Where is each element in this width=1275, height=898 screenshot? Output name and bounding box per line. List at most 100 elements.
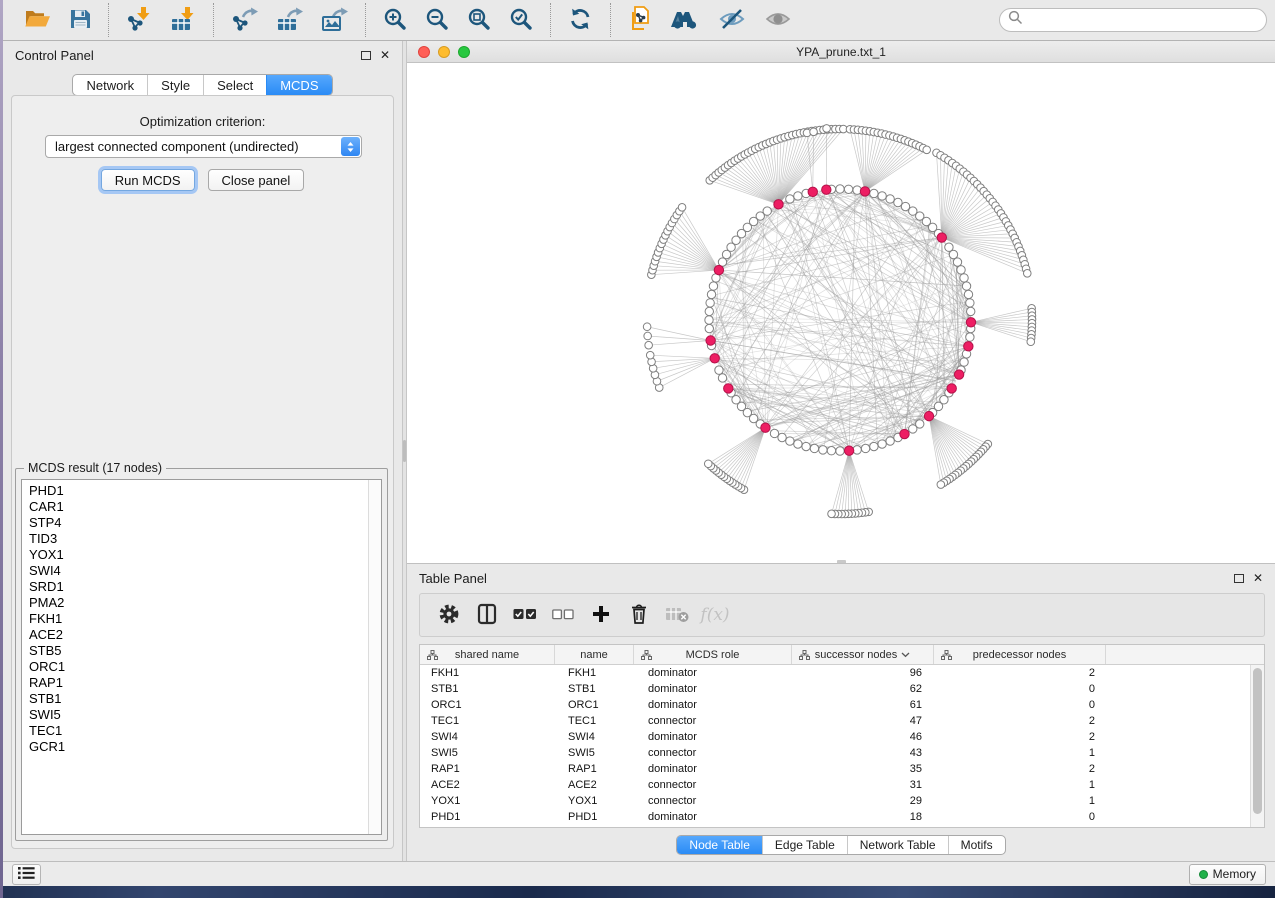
mcds-node-item[interactable]: FKH1	[29, 611, 381, 627]
tab-mcds[interactable]: MCDS	[266, 75, 331, 95]
run-mcds-button[interactable]: Run MCDS	[101, 169, 195, 191]
table-row[interactable]: SWI4SWI4dominator462	[420, 729, 1250, 745]
mcds-node-item[interactable]: SRD1	[29, 579, 381, 595]
mcds-node-item[interactable]: STB1	[29, 691, 381, 707]
node-table-body: FKH1FKH1dominator962STB1STB1dominator620…	[420, 665, 1250, 827]
mcds-node-item[interactable]: SWI5	[29, 707, 381, 723]
mcds-node-item[interactable]: ACE2	[29, 627, 381, 643]
memory-button[interactable]: Memory	[1189, 864, 1266, 885]
mcds-node-item[interactable]: TID3	[29, 531, 381, 547]
column-header-successor-nodes[interactable]: successor nodes	[792, 645, 934, 664]
export-network-button[interactable]	[229, 4, 260, 36]
table-row[interactable]: FKH1FKH1dominator962	[420, 665, 1250, 681]
zoom-in-button[interactable]	[381, 4, 409, 36]
deselect-all-columns-button[interactable]	[544, 597, 582, 633]
hide-selected-button[interactable]	[716, 4, 748, 36]
table-cell: 43	[792, 747, 934, 759]
clone-network-button[interactable]	[626, 4, 654, 36]
mcds-result-list[interactable]: PHD1CAR1STP4TID3YOX1SWI4SRD1PMA2FKH1ACE2…	[21, 479, 382, 835]
mcds-node-item[interactable]: GCR1	[29, 739, 381, 755]
close-panel-icon[interactable]: ✕	[380, 49, 390, 61]
table-settings-button[interactable]	[430, 597, 468, 633]
mcds-node-item[interactable]: YOX1	[29, 547, 381, 563]
tab-select[interactable]: Select	[203, 75, 266, 95]
function-builder-button[interactable]: f(x)	[696, 597, 734, 633]
table-row[interactable]: ACE2ACE2connector311	[420, 777, 1250, 793]
table-row[interactable]: ORC1ORC1dominator610	[420, 697, 1250, 713]
table-row[interactable]: YOX1YOX1connector291	[420, 793, 1250, 809]
import-network-icon	[126, 6, 152, 35]
table-cell: dominator	[634, 731, 792, 743]
close-panel-icon[interactable]: ✕	[1253, 572, 1263, 584]
search-input[interactable]	[1023, 13, 1258, 27]
table-row[interactable]: RAP1RAP1dominator352	[420, 761, 1250, 777]
table-cell: YOX1	[420, 795, 555, 807]
refresh-button[interactable]	[566, 4, 595, 36]
table-cell: RAP1	[420, 763, 555, 775]
column-header-predecessor-nodes[interactable]: predecessor nodes	[934, 645, 1106, 664]
add-column-button[interactable]	[582, 597, 620, 633]
mcds-node-item[interactable]: CAR1	[29, 499, 381, 515]
table-scrollbar[interactable]	[1250, 665, 1264, 827]
control-tabs: NetworkStyleSelectMCDS	[72, 74, 332, 96]
import-table-button[interactable]	[168, 4, 198, 36]
table-row[interactable]: PHD1PHD1dominator180	[420, 809, 1250, 825]
window-minimize-button[interactable]	[438, 46, 450, 58]
delete-column-button[interactable]	[620, 597, 658, 633]
mcds-node-item[interactable]: STB5	[29, 643, 381, 659]
delete-table-button[interactable]	[658, 597, 696, 633]
show-all-button[interactable]	[762, 4, 794, 36]
mcds-node-item[interactable]: RAP1	[29, 675, 381, 691]
show-columns-button[interactable]	[468, 597, 506, 633]
mcds-node-item[interactable]: ORC1	[29, 659, 381, 675]
table-cell: STB1	[555, 683, 634, 695]
select-all-columns-button[interactable]	[506, 597, 544, 633]
table-row[interactable]: TEC1TEC1connector472	[420, 713, 1250, 729]
export-table-button[interactable]	[274, 4, 305, 36]
tab-edge-table[interactable]: Edge Table	[762, 836, 847, 854]
window-zoom-button[interactable]	[458, 46, 470, 58]
mcds-node-item[interactable]: PHD1	[29, 483, 381, 499]
close-panel-button[interactable]: Close panel	[208, 169, 305, 191]
float-panel-icon[interactable]	[361, 51, 371, 60]
network-titlebar: YPA_prune.txt_1	[407, 41, 1275, 63]
network-canvas[interactable]	[407, 63, 1275, 563]
zoom-out-button[interactable]	[423, 4, 451, 36]
panel-menu-button[interactable]	[12, 864, 41, 885]
export-image-icon	[321, 6, 348, 35]
mcds-list-scrollbar[interactable]	[368, 480, 381, 834]
tab-node-table[interactable]: Node Table	[677, 836, 762, 854]
mcds-node-item[interactable]: TEC1	[29, 723, 381, 739]
first-neighbors-button[interactable]	[668, 4, 702, 36]
table-cell: PHD1	[555, 811, 634, 823]
mcds-node-item[interactable]: SWI4	[29, 563, 381, 579]
checked-boxes-icon	[513, 608, 537, 623]
window-close-button[interactable]	[418, 46, 430, 58]
open-session-button[interactable]	[22, 4, 53, 36]
search-icon	[1008, 10, 1023, 30]
zoom-selected-button[interactable]	[507, 4, 535, 36]
mcds-node-item[interactable]: PMA2	[29, 595, 381, 611]
table-cell: dominator	[634, 763, 792, 775]
column-header-MCDS-role[interactable]: MCDS role	[634, 645, 792, 664]
table-row[interactable]: SWI5SWI5connector431	[420, 745, 1250, 761]
open-folder-icon	[24, 7, 51, 33]
save-session-button[interactable]	[67, 4, 93, 36]
table-row[interactable]: STB1STB1dominator620	[420, 681, 1250, 697]
tab-style[interactable]: Style	[147, 75, 203, 95]
float-panel-icon[interactable]	[1234, 574, 1244, 583]
export-image-button[interactable]	[319, 4, 350, 36]
status-bar: Memory	[3, 861, 1275, 886]
memory-label: Memory	[1213, 867, 1256, 881]
optimization-select[interactable]: largest connected component (undirected)	[45, 135, 362, 158]
divider-grip[interactable]	[403, 440, 406, 462]
mcds-node-item[interactable]: STP4	[29, 515, 381, 531]
column-header-shared-name[interactable]: shared name	[420, 645, 555, 664]
tab-network-table[interactable]: Network Table	[847, 836, 948, 854]
tab-network[interactable]: Network	[73, 75, 147, 95]
zoom-fit-button[interactable]	[465, 4, 493, 36]
tab-motifs[interactable]: Motifs	[948, 836, 1005, 854]
import-network-button[interactable]	[124, 4, 154, 36]
column-header-name[interactable]: name	[555, 645, 634, 664]
scrollbar-thumb[interactable]	[1253, 668, 1262, 814]
